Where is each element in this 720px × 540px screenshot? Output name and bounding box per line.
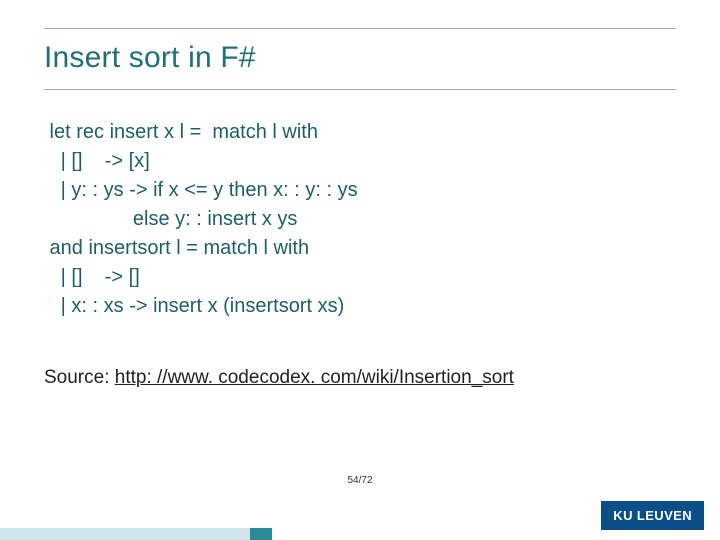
code-line: and insertsort l = match l with: [44, 234, 676, 263]
footer: KU LEUVEN: [0, 504, 720, 540]
footer-bar-light: [0, 528, 250, 540]
source-label: Source:: [44, 367, 115, 388]
source-line: Source: http: //www. codecodex. com/wiki…: [44, 367, 676, 389]
code-line: | [] -> [x]: [44, 147, 676, 176]
brand-badge: KU LEUVEN: [601, 501, 704, 530]
rule-top: [44, 28, 676, 29]
slide: Insert sort in F# let rec insert x l = m…: [0, 0, 720, 540]
code-line: | x: : xs -> insert x (insertsort xs): [44, 292, 676, 321]
page-number: 54/72: [0, 475, 720, 486]
footer-bar-accent: [250, 528, 272, 540]
rule-under-title: [44, 89, 676, 90]
code-line: | y: : ys -> if x <= y then x: : y: : ys: [44, 176, 676, 205]
code-line: | [] -> []: [44, 263, 676, 292]
slide-title: Insert sort in F#: [44, 41, 676, 75]
code-block: let rec insert x l = match l with | [] -…: [44, 118, 676, 321]
code-line: let rec insert x l = match l with: [44, 118, 676, 147]
source-link[interactable]: http: //www. codecodex. com/wiki/Inserti…: [115, 367, 514, 388]
code-line: else y: : insert x ys: [44, 205, 676, 234]
